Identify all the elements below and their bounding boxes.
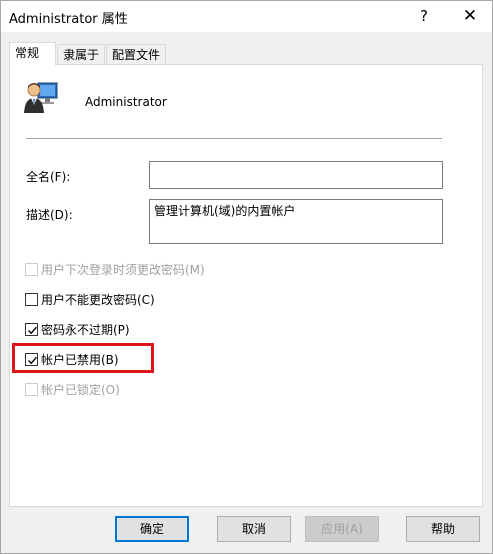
close-button[interactable]: ✕ [448,1,492,32]
properties-dialog: Administrator 属性 ? ✕ 常规 隶属于 配置文件 Adminis… [0,0,493,554]
apply-button[interactable]: 应用(A) [305,516,379,542]
ok-button[interactable]: 确定 [115,516,189,542]
user-monitor-icon [23,79,59,115]
help-question-button[interactable]: ? [402,1,446,32]
checkmark-icon [28,326,38,335]
cannot-change-password-label: 用户不能更改密码(C) [41,293,155,307]
must-change-password-label: 用户下次登录时须更改密码(M) [41,263,205,277]
window-title: Administrator 属性 [9,12,128,27]
highlight-annotation-box [12,343,154,373]
account-locked-label: 帐户已锁定(O) [41,383,120,397]
account-locked-checkbox[interactable] [25,383,38,396]
fullname-label: 全名(F): [26,170,71,184]
user-name: Administrator [85,95,167,109]
fullname-input[interactable] [149,161,443,189]
title-bar: Administrator 属性 ? ✕ [1,1,492,32]
tab-member-of[interactable]: 隶属于 [57,44,105,64]
general-tab-panel: Administrator 全名(F): 描述(D): 管理计算机(域)的内置帐… [9,64,483,507]
tab-general[interactable]: 常规 [9,42,56,65]
cannot-change-password-checkbox[interactable] [25,293,38,306]
help-button[interactable]: 帮助 [406,516,480,542]
separator [26,138,442,139]
must-change-password-checkbox[interactable] [25,263,38,276]
description-input[interactable]: 管理计算机(域)的内置帐户 [149,199,443,244]
password-never-expires-checkbox[interactable] [25,323,38,336]
password-never-expires-label: 密码永不过期(P) [41,323,130,337]
description-label: 描述(D): [26,208,73,222]
cancel-button[interactable]: 取消 [217,516,291,542]
tab-profile[interactable]: 配置文件 [106,44,166,64]
